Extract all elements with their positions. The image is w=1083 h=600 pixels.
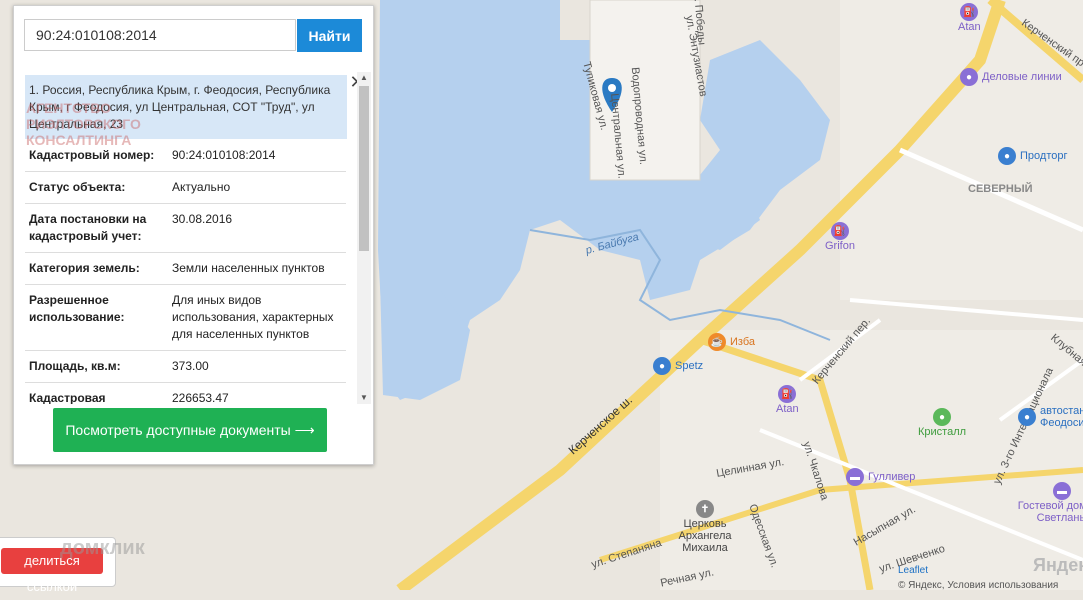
poi-spetz[interactable]: ● Spetz xyxy=(653,357,703,375)
hotel-icon: ▬ xyxy=(1053,482,1071,500)
yandex-logo: Яндекс xyxy=(1033,555,1083,575)
scrollbar-thumb[interactable] xyxy=(359,86,369,251)
poi-avtostanciya[interactable]: ●автостанция Феодосия xyxy=(1018,405,1083,429)
scroll-down-icon[interactable]: ▼ xyxy=(357,392,371,404)
map-attribution[interactable]: © Яндекс, Условия использования xyxy=(898,580,1058,591)
gas-station-icon: ⛽ xyxy=(778,385,797,403)
property-key: Статус объекта: xyxy=(25,171,168,204)
shop-icon: ● xyxy=(653,357,671,375)
property-value: Для иных видов использования, характерны… xyxy=(168,284,346,351)
poi-guest-house[interactable]: ▬Гостевой домик у Светланы xyxy=(1012,482,1083,524)
property-key: Дата постановки на кадастровый учет: xyxy=(25,203,168,253)
domclick-watermark: домклик xyxy=(60,537,145,559)
cafe-icon: ☕ xyxy=(708,333,726,351)
property-key: Категория земель: xyxy=(25,252,168,285)
properties-table: Кадастровый номер: 90:24:010108:2014 Стату… xyxy=(25,140,346,404)
property-value: Актуально xyxy=(168,171,346,204)
property-value: 30.08.2016 xyxy=(168,203,346,253)
agency-watermark: АГЕНТСТВО РИЭЛТОРСКОГО КОНСАЛТИНГА xyxy=(26,50,141,148)
table-row: Разрешенное использование: Для иных видов… xyxy=(25,284,346,351)
property-key: Разрешенное использование: xyxy=(25,284,168,351)
table-row: Статус объекта: Актуально xyxy=(25,171,346,204)
watermark-line: КОНСАЛТИНГА xyxy=(26,132,132,148)
bus-stop-icon: ● xyxy=(933,408,952,426)
church-icon: ✝ xyxy=(696,500,714,518)
poi-church[interactable]: ✝ Церковь Архангела Михаила xyxy=(670,500,740,554)
gas-station-icon: ⛽ xyxy=(960,3,979,21)
scroll-up-icon[interactable]: ▲ xyxy=(357,72,371,84)
poi-atan-2[interactable]: ⛽ Atan xyxy=(776,385,799,415)
shop-icon: ● xyxy=(960,68,978,86)
district-label: СЕВЕРНЫЙ xyxy=(968,183,1033,195)
poi-prodtorg[interactable]: ● Продторг xyxy=(998,147,1067,165)
cadastral-search-input[interactable] xyxy=(24,19,296,51)
property-value: 90:24:010108:2014 xyxy=(168,140,346,172)
poi-kristall[interactable]: ● Кристалл xyxy=(918,408,966,438)
property-value: 373.00 xyxy=(168,350,346,383)
poi-delovye-linii[interactable]: ● Деловые линии xyxy=(960,68,1062,86)
poi-grifon[interactable]: ⛽ Grifon xyxy=(825,222,855,252)
property-value: 226653.47 xyxy=(168,382,346,404)
poi-atan[interactable]: ⛽ Atan xyxy=(958,3,981,33)
watermark-line: РИЭЛТОРСКОГО xyxy=(26,116,141,132)
poi-gulliver[interactable]: ▬ Гулливер xyxy=(846,468,915,486)
property-key: Кадастровая стоимость: xyxy=(25,382,168,404)
leaflet-link[interactable]: Leaflet xyxy=(898,565,928,576)
watermark-line: АГЕНТСТВО xyxy=(26,100,112,116)
table-row: Площадь, кв.м: 373.00 xyxy=(25,350,346,383)
table-row: Кадастровая стоимость:226653.47 xyxy=(25,382,346,404)
poi-izba[interactable]: ☕ Изба xyxy=(708,333,755,351)
shop-icon: ● xyxy=(998,147,1016,165)
scrollbar[interactable]: ▲ ▼ xyxy=(357,72,371,404)
table-row: Категория земель: Земли населенных пункто… xyxy=(25,252,346,285)
property-value: Земли населенных пунктов xyxy=(168,252,346,285)
search-button[interactable]: Найти xyxy=(297,19,362,52)
property-key: Площадь, кв.м: xyxy=(25,350,168,383)
view-documents-button[interactable]: Посмотреть доступные документы ⟶ xyxy=(53,408,327,452)
hotel-icon: ▬ xyxy=(846,468,864,486)
gas-station-icon: ⛽ xyxy=(830,222,849,240)
bus-icon: ● xyxy=(1018,408,1036,426)
table-row: Дата постановки на кадастровый учет: 30.0… xyxy=(25,203,346,253)
